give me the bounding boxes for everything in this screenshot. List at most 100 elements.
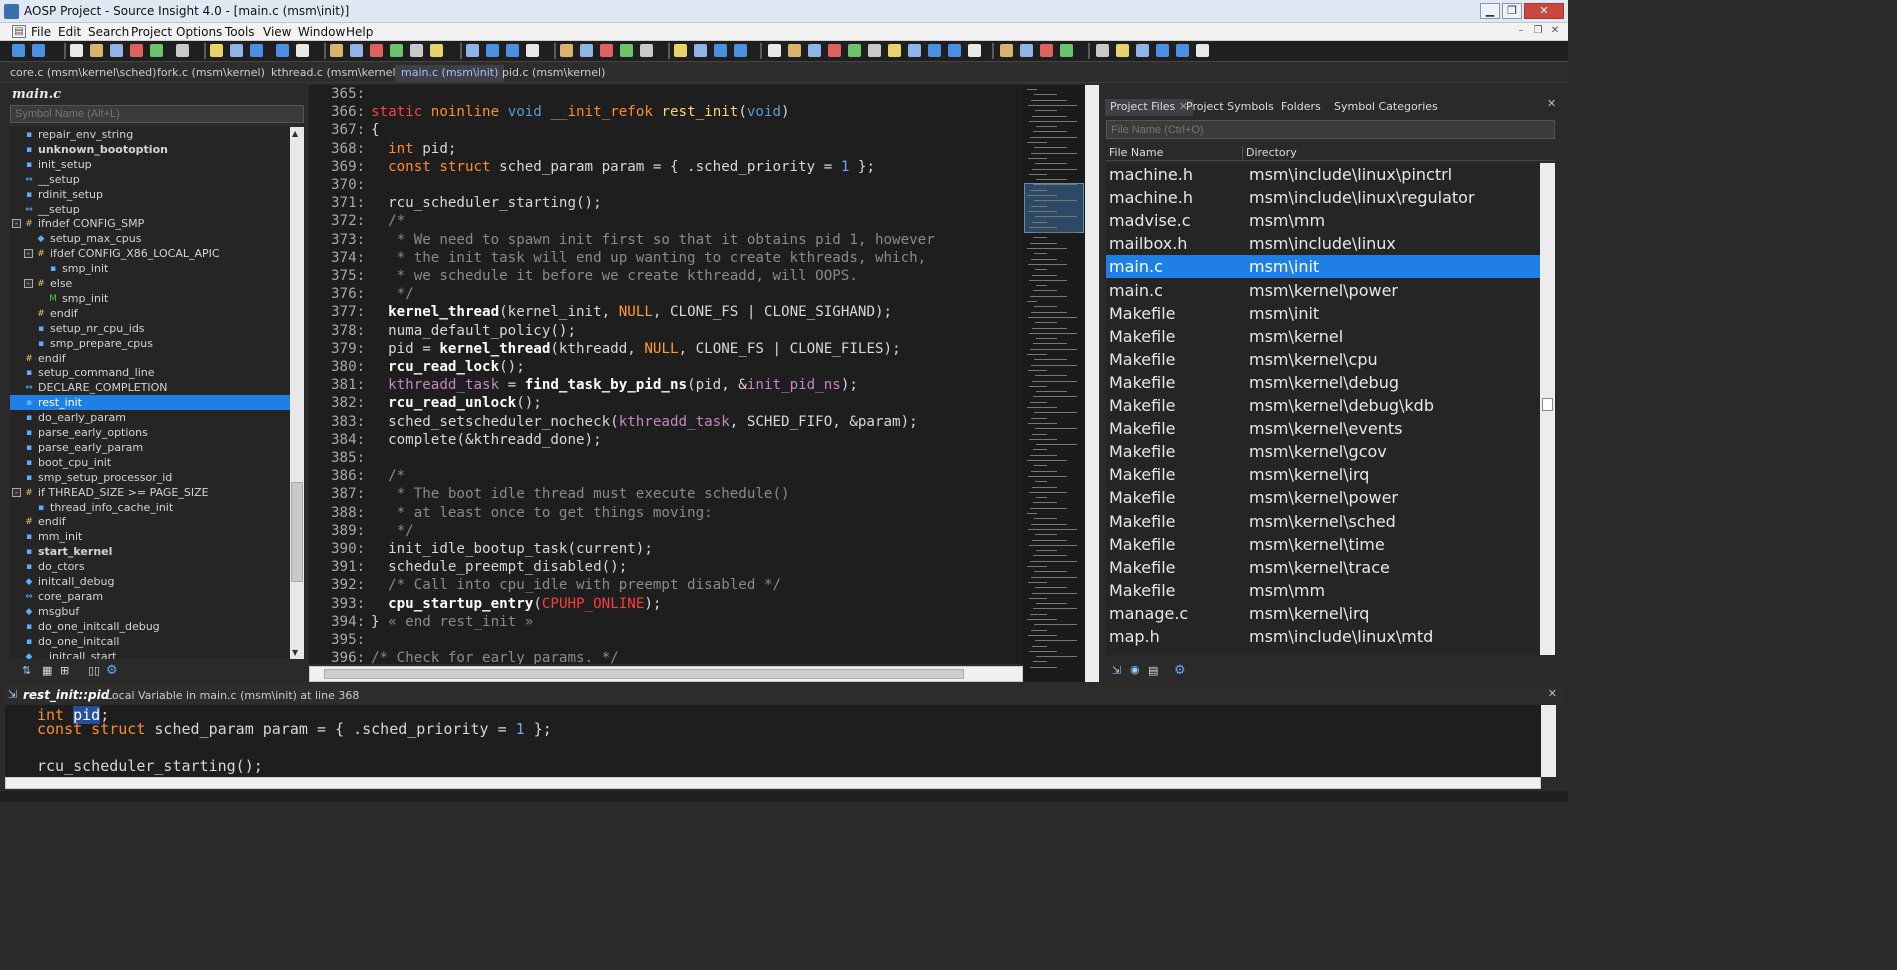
tab-fork-c[interactable]: fork.c (msm\kernel) [151,65,271,82]
code-line[interactable]: 368: int pid; [309,140,1023,158]
symbol-list-item[interactable]: ⇔ core_param [10,589,290,604]
toolbar-button-icon[interactable] [110,44,123,57]
menu-file[interactable]: File [31,25,51,39]
symbol-list-item[interactable]: ▪ unknown_bootoption [10,142,290,157]
toolbar-button-icon[interactable] [296,44,309,57]
symbol-list-item[interactable]: # endif [10,514,290,529]
code-line[interactable]: 376: */ [309,285,1023,303]
file-list-row[interactable]: Makefile msm\init [1106,302,1540,325]
editor-horizontal-scrollbar[interactable] [309,666,1023,682]
code-line[interactable]: 391: schedule_preempt_disabled(); [309,558,1023,576]
gear-icon[interactable]: ⚙ [1174,663,1186,678]
column-directory[interactable]: Directory [1242,146,1297,159]
code-line[interactable]: 379: pid = kernel_thread(kthreadd, NULL,… [309,340,1023,358]
symbol-list-item[interactable]: ◆ __initcall_start [10,649,290,660]
symbol-list-item[interactable]: ⇔ __setup [10,172,290,187]
toolbar-button-icon[interactable] [674,44,687,57]
toolbar-button-icon[interactable] [130,44,143,57]
symbol-list-item[interactable]: ▪ do_ctors [10,559,290,574]
list-view-icon[interactable]: ▤ [1148,664,1158,677]
editor-hscroll-thumb[interactable] [324,669,964,679]
code-line[interactable]: 374: * the init task will end up wanting… [309,249,1023,267]
column-file-name[interactable]: File Name [1109,146,1163,159]
file-search-input[interactable] [1106,120,1555,139]
symbol-list-item[interactable]: ▪ mm_init [10,529,290,544]
toolbar-button-icon[interactable] [486,44,499,57]
code-line[interactable]: 380: rcu_read_lock(); [309,358,1023,376]
menu-help[interactable]: Help [346,25,373,39]
toolbar-button-icon[interactable] [506,44,519,57]
toolbar-button-icon[interactable] [808,44,821,57]
gear-icon[interactable]: ⚙ [106,663,118,678]
menu-window[interactable]: Window [298,25,345,39]
collapse-toggle-icon[interactable]: - [12,487,21,497]
toolbar-button-icon[interactable] [1136,44,1149,57]
symbol-list-item[interactable]: ▪ repair_env_string [10,127,290,142]
file-list-scrollbar[interactable] [1540,163,1555,655]
context-close-icon[interactable]: ✕ [1548,687,1557,700]
toolbar-button-icon[interactable] [620,44,633,57]
toolbar-button-icon[interactable] [694,44,707,57]
doc-minimize-icon[interactable]: – [1514,25,1528,38]
code-line[interactable]: 396: /* Check for early params. */ [309,649,1023,664]
code-line[interactable]: 369: const struct sched_param param = { … [309,158,1023,176]
symbol-list-item[interactable]: ▪ parse_early_options [10,425,290,440]
toolbar-button-icon[interactable] [580,44,593,57]
symbol-list-item[interactable]: ▪ rest_init [10,395,290,411]
toolbar-button-icon[interactable] [526,44,539,57]
symbol-list-item[interactable]: ◆ initcall_debug [10,574,290,589]
symbol-list-item[interactable]: - # if THREAD_SIZE >= PAGE_SIZE [10,485,290,500]
symbol-list-item[interactable]: ▪ boot_cpu_init [10,455,290,470]
tab-project-files[interactable]: Project Files ✕ [1105,99,1193,116]
symbol-list-item[interactable]: ▪ do_early_param [10,410,290,425]
context-horizontal-scrollbar[interactable] [5,777,1541,789]
toolbar-button-icon[interactable] [276,44,289,57]
code-line[interactable]: 378: numa_default_policy(); [309,322,1023,340]
toolbar-button-icon[interactable] [948,44,961,57]
tab-symbol-categories[interactable]: Symbol Categories [1329,99,1443,116]
tab-folders[interactable]: Folders [1276,99,1326,116]
file-list-row[interactable]: Makefile msm\kernel\irq [1106,463,1540,486]
symbol-list-item[interactable]: # endif [10,306,290,321]
toolbar-button-icon[interactable] [350,44,363,57]
file-list-row[interactable]: Makefile msm\kernel\gcov [1106,440,1540,463]
toolbar-button-icon[interactable] [1116,44,1129,57]
toolbar-button-icon[interactable] [466,44,479,57]
editor-vertical-scrollbar[interactable] [1085,85,1099,682]
menu-project[interactable]: Project [131,25,172,39]
symbol-list-item[interactable]: ▪ setup_command_line [10,365,290,380]
symbol-list-item[interactable]: - # ifdef CONFIG_X86_LOCAL_APIC [10,246,290,261]
code-line[interactable]: 371: rcu_scheduler_starting(); [309,194,1023,212]
symbol-list-item[interactable]: ▪ init_setup [10,157,290,172]
context-window[interactable]: int pid; const struct sched_param param =… [5,705,1541,777]
code-line[interactable]: 390: init_idle_bootup_task(current); [309,540,1023,558]
toolbar-button-icon[interactable] [734,44,747,57]
symbol-list-item[interactable]: ▪ smp_setup_processor_id [10,470,290,485]
menu-tools[interactable]: Tools [225,25,255,39]
code-line[interactable]: 366: static noinline void __init_refok re… [309,103,1023,121]
doc-close-icon[interactable]: ✕ [1548,25,1562,38]
toolbar-button-icon[interactable] [640,44,653,57]
toolbar-button-icon[interactable] [250,44,263,57]
toolbar-button-icon[interactable] [1040,44,1053,57]
toolbar-button-icon[interactable] [1156,44,1169,57]
toolbar-button-icon[interactable] [390,44,403,57]
sort-icon[interactable]: ⇅ [22,664,31,677]
toolbar-button-icon[interactable] [1176,44,1189,57]
toolbar-button-icon[interactable] [410,44,423,57]
toolbar-button-icon[interactable] [928,44,941,57]
toolbar-button-icon[interactable] [176,44,189,57]
file-list-row[interactable]: main.c msm\init [1106,255,1540,279]
collapse-toggle-icon[interactable]: - [12,219,21,229]
file-list-row[interactable]: Makefile msm\kernel\debug [1106,371,1540,394]
file-list-row[interactable]: Makefile msm\kernel\debug\kdb [1106,394,1540,417]
toolbar-button-icon[interactable] [600,44,613,57]
file-list-row[interactable]: Makefile msm\kernel\cpu [1106,348,1540,371]
toolbar-button-icon[interactable] [968,44,981,57]
file-list[interactable]: machine.h msm\include\linux\pinctrl machin… [1106,163,1540,655]
file-list-row[interactable]: Makefile msm\kernel\power [1106,486,1540,509]
toolbar-button-icon[interactable] [714,44,727,57]
symbol-search-input[interactable] [10,105,304,123]
toolbar-button-icon[interactable] [1196,44,1209,57]
file-list-row[interactable]: machine.h msm\include\linux\regulator [1106,186,1540,209]
